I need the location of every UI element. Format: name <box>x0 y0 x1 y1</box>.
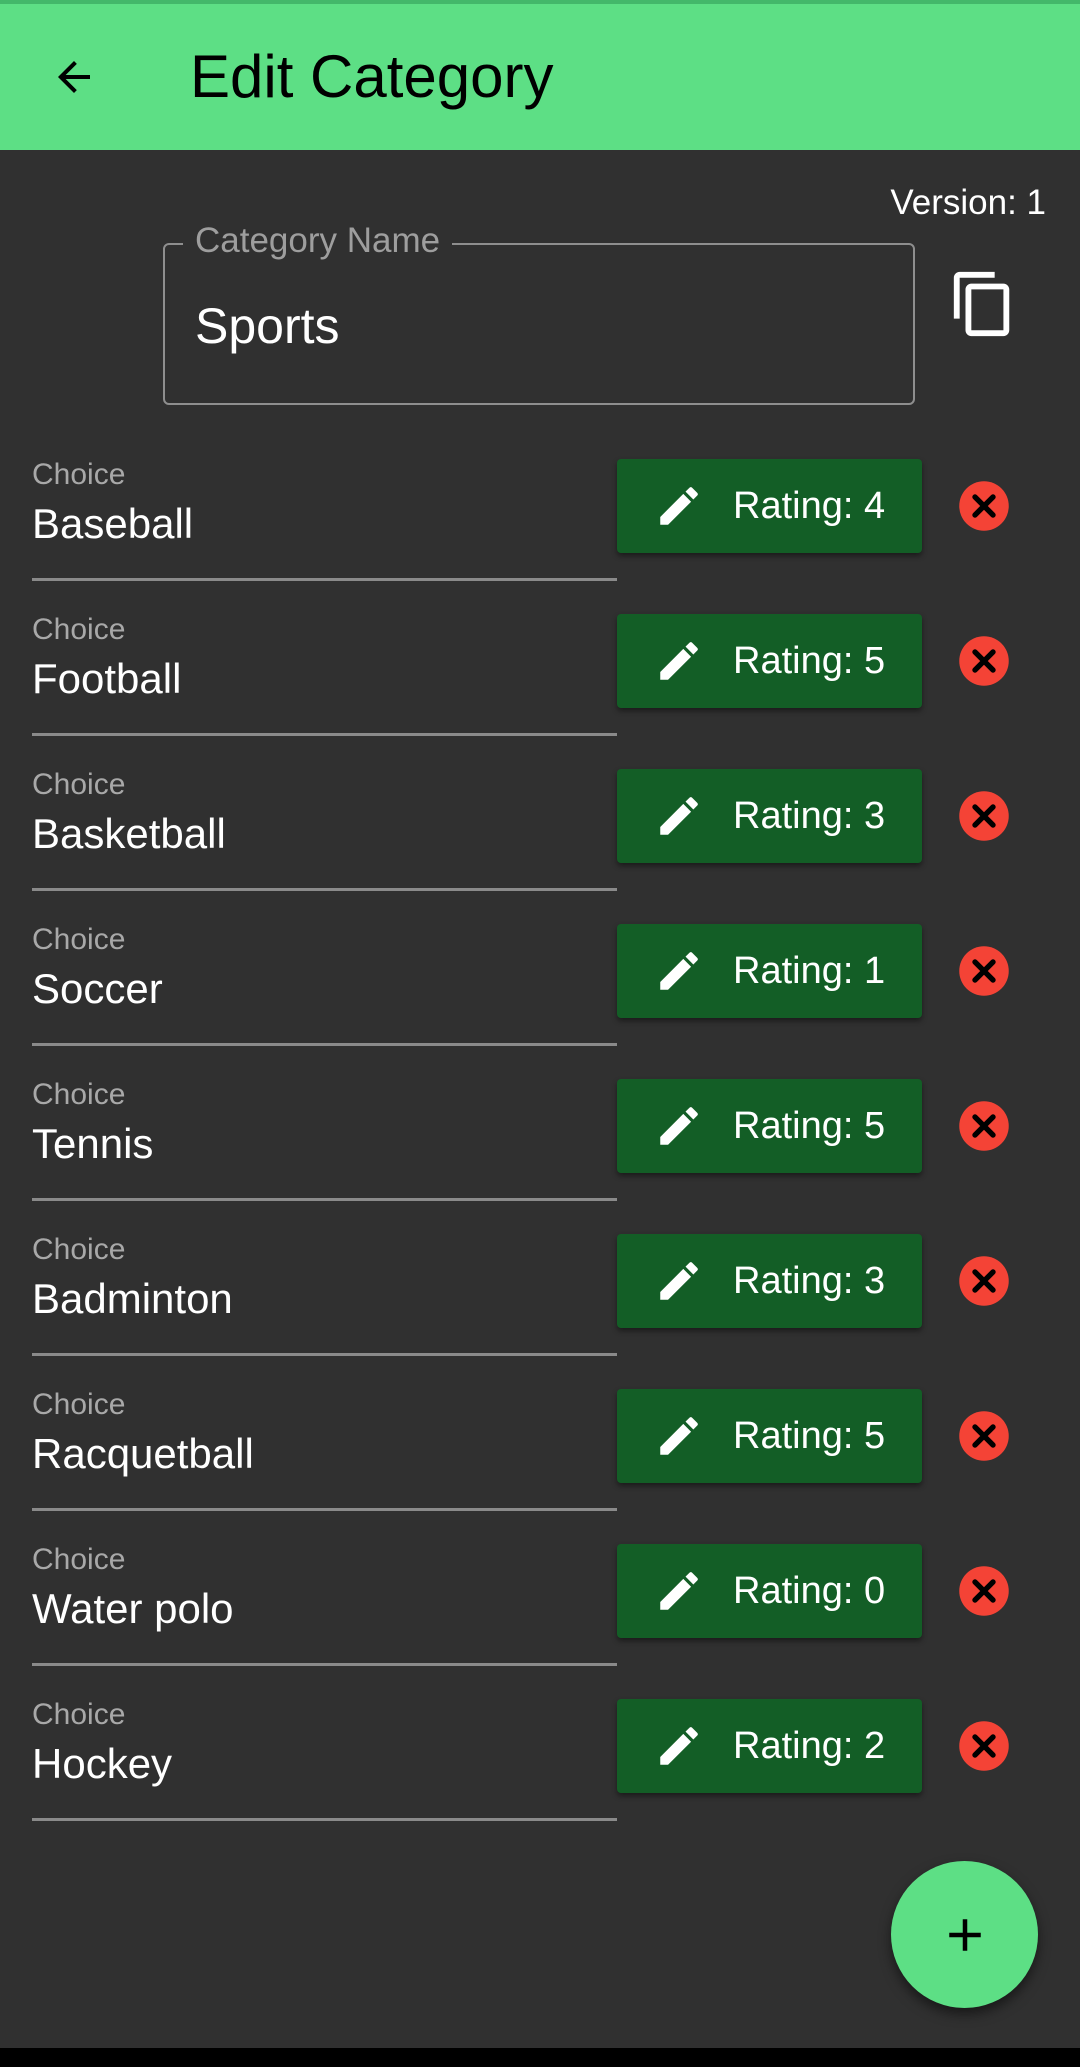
rating-button[interactable]: Rating: 1 <box>617 924 922 1018</box>
rating-label: Rating: 3 <box>733 795 886 837</box>
choice-input[interactable]: Water polo <box>32 1585 234 1633</box>
choice-underline <box>32 1663 617 1666</box>
pencil-icon <box>660 1262 698 1300</box>
choice-underline <box>32 733 617 736</box>
choice-input[interactable]: Basketball <box>32 810 226 858</box>
choice-row: Choice Baseball Rating: 4 <box>0 458 1080 613</box>
arrow-left-icon <box>58 61 90 93</box>
choice-label: Choice <box>32 923 126 956</box>
choice-underline <box>32 1353 617 1356</box>
choice-label: Choice <box>32 1078 126 1111</box>
choice-underline <box>32 1508 617 1511</box>
rating-label: Rating: 4 <box>733 485 886 527</box>
rating-label: Rating: 0 <box>733 1570 886 1612</box>
rating-label: Rating: 5 <box>733 1105 886 1147</box>
choice-input[interactable]: Soccer <box>32 965 163 1013</box>
back-button[interactable] <box>38 41 110 113</box>
rating-button[interactable]: Rating: 2 <box>617 1699 922 1793</box>
rating-button[interactable]: Rating: 3 <box>617 769 922 863</box>
delete-choice-button[interactable] <box>957 1099 1011 1153</box>
category-name-field[interactable]: Category Name Sports <box>163 217 915 405</box>
choice-label: Choice <box>32 1543 126 1576</box>
category-name-input[interactable]: Sports <box>195 297 340 355</box>
rating-label: Rating: 5 <box>733 1415 886 1457</box>
rating-button[interactable]: Rating: 4 <box>617 459 922 553</box>
choice-underline <box>32 888 617 891</box>
pencil-icon <box>660 1417 698 1455</box>
cancel-icon <box>959 791 1009 841</box>
add-choice-button[interactable] <box>891 1861 1038 2008</box>
category-name-label: Category Name <box>183 217 453 265</box>
pencil-icon <box>660 487 698 525</box>
cancel-icon <box>959 1721 1009 1771</box>
choice-row: Choice Water polo Rating: 0 <box>0 1543 1080 1698</box>
copy-icon <box>953 271 1010 337</box>
rating-label: Rating: 1 <box>733 950 886 992</box>
cancel-icon <box>959 1566 1009 1616</box>
rating-button[interactable]: Rating: 0 <box>617 1544 922 1638</box>
cancel-icon <box>959 481 1009 531</box>
pencil-icon <box>660 797 698 835</box>
choice-input[interactable]: Racquetball <box>32 1430 254 1478</box>
choice-row: Choice Racquetball Rating: 5 <box>0 1388 1080 1543</box>
choice-row: Choice Tennis Rating: 5 <box>0 1078 1080 1233</box>
rating-label: Rating: 5 <box>733 640 886 682</box>
version-label: Version: 1 <box>890 183 1046 222</box>
cancel-icon <box>959 1411 1009 1461</box>
cancel-icon <box>959 1256 1009 1306</box>
delete-choice-button[interactable] <box>957 479 1011 533</box>
choice-row: Choice Hockey Rating: 2 <box>0 1698 1080 1853</box>
rating-label: Rating: 3 <box>733 1260 886 1302</box>
delete-choice-button[interactable] <box>957 1409 1011 1463</box>
delete-choice-button[interactable] <box>957 1719 1011 1773</box>
choice-label: Choice <box>32 1698 126 1731</box>
rating-button[interactable]: Rating: 5 <box>617 1389 922 1483</box>
choice-row: Choice Football Rating: 5 <box>0 613 1080 768</box>
app-bar: Edit Category <box>0 4 1080 150</box>
pencil-icon <box>660 952 698 990</box>
choice-label: Choice <box>32 1388 126 1421</box>
choice-underline <box>32 1818 617 1821</box>
rating-button[interactable]: Rating: 3 <box>617 1234 922 1328</box>
delete-choice-button[interactable] <box>957 1254 1011 1308</box>
delete-choice-button[interactable] <box>957 634 1011 688</box>
pencil-icon <box>660 1107 698 1145</box>
choice-underline <box>32 1198 617 1201</box>
choice-input[interactable]: Football <box>32 655 181 703</box>
delete-choice-button[interactable] <box>957 789 1011 843</box>
pencil-icon <box>660 642 698 680</box>
pencil-icon <box>660 1727 698 1765</box>
choice-row: Choice Badminton Rating: 3 <box>0 1233 1080 1388</box>
choice-label: Choice <box>32 1233 126 1266</box>
delete-choice-button[interactable] <box>957 1564 1011 1618</box>
cancel-icon <box>959 636 1009 686</box>
rating-button[interactable]: Rating: 5 <box>617 614 922 708</box>
choice-label: Choice <box>32 613 126 646</box>
choice-input[interactable]: Hockey <box>32 1740 172 1788</box>
pencil-icon <box>660 1572 698 1610</box>
choice-input[interactable]: Badminton <box>32 1275 233 1323</box>
delete-choice-button[interactable] <box>957 944 1011 998</box>
choice-label: Choice <box>32 458 126 491</box>
choice-underline <box>32 1043 617 1046</box>
copy-button[interactable] <box>948 266 1018 342</box>
choice-row: Choice Soccer Rating: 1 <box>0 923 1080 1078</box>
bottom-edge <box>0 2048 1080 2067</box>
choice-label: Choice <box>32 768 126 801</box>
cancel-icon <box>959 1101 1009 1151</box>
cancel-icon <box>959 946 1009 996</box>
choice-input[interactable]: Baseball <box>32 500 193 548</box>
page-title: Edit Category <box>190 43 554 110</box>
rating-button[interactable]: Rating: 5 <box>617 1079 922 1173</box>
rating-label: Rating: 2 <box>733 1725 886 1767</box>
choice-underline <box>32 578 617 581</box>
choice-row: Choice Basketball Rating: 3 <box>0 768 1080 923</box>
plus-icon <box>948 1918 981 1951</box>
choice-input[interactable]: Tennis <box>32 1120 153 1168</box>
